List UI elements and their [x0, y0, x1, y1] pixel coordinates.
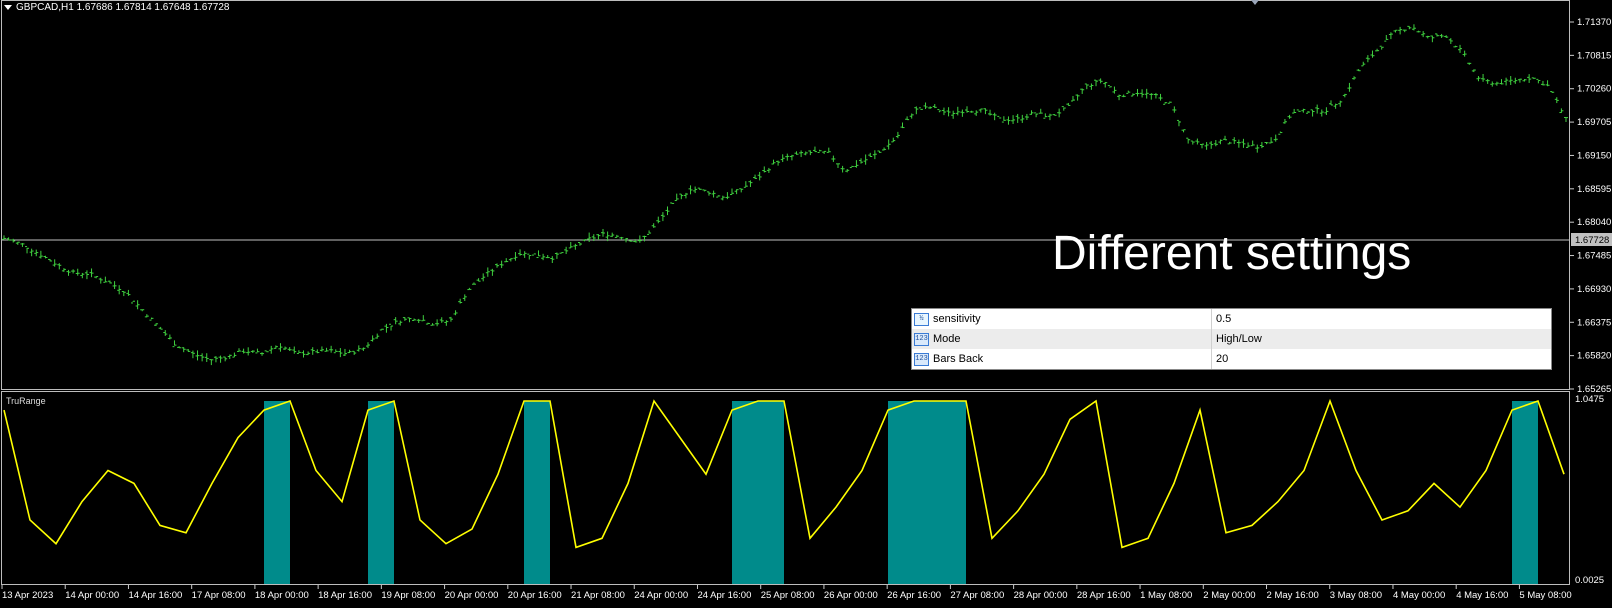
setting-name: Mode	[933, 333, 961, 345]
time-axis-label: 28 Apr 00:00	[1014, 590, 1068, 601]
histogram-bar	[888, 401, 914, 584]
time-axis-label: 14 Apr 16:00	[128, 590, 182, 601]
time-axis-label: 24 Apr 16:00	[697, 590, 751, 601]
time-axis-label: 25 Apr 08:00	[761, 590, 815, 601]
histogram-bar	[368, 401, 394, 584]
time-axis-label: 4 May 16:00	[1456, 590, 1508, 601]
histogram-bar	[758, 401, 784, 584]
time-axis-label: 3 May 08:00	[1330, 590, 1382, 601]
price-axis-label: 1.69150	[1577, 150, 1611, 161]
time-axis-label: 21 Apr 08:00	[571, 590, 625, 601]
symbol-title: GBPCAD,H1 1.67686 1.67814 1.67648 1.6772…	[4, 2, 230, 13]
settings-row-mode[interactable]: 123 Mode High/Low	[912, 329, 1551, 349]
price-axis-label: 1.66375	[1577, 317, 1611, 328]
setting-value[interactable]: 0.5	[1212, 313, 1231, 325]
indicator-axis-label: 0.0025	[1575, 575, 1604, 586]
settings-name-cell: ½ sensitivity	[912, 309, 1212, 329]
price-axis-label: 1.71370	[1577, 17, 1611, 28]
price-axis-label: 1.70815	[1577, 50, 1611, 61]
histogram-bar	[914, 401, 940, 584]
time-axis-label: 17 Apr 08:00	[192, 590, 246, 601]
settings-name-cell: 123 Mode	[912, 329, 1212, 349]
settings-table: ½ sensitivity 0.5 123 Mode High/Low 123 …	[911, 308, 1552, 370]
price-axis-label: 1.67485	[1577, 251, 1611, 262]
price-axis-label: 1.65820	[1577, 351, 1611, 362]
dropdown-triangle-icon[interactable]	[4, 4, 12, 10]
overlay-caption: Different settings	[1052, 227, 1412, 280]
time-axis-label: 1 May 08:00	[1140, 590, 1192, 601]
histogram-bar	[732, 401, 758, 584]
histogram-bar	[264, 401, 290, 584]
settings-name-cell: 123 Bars Back	[912, 349, 1212, 369]
setting-name: sensitivity	[933, 313, 981, 325]
symbol-label: GBPCAD,H1 1.67686 1.67814 1.67648 1.6772…	[16, 2, 230, 13]
time-axis-label: 2 May 16:00	[1267, 590, 1319, 601]
time-axis-label: 13 Apr 2023	[2, 590, 53, 601]
price-axis-label: 1.68595	[1577, 184, 1611, 195]
price-axis-label: 1.70260	[1577, 84, 1611, 95]
time-axis-label: 18 Apr 00:00	[255, 590, 309, 601]
time-axis-label: 4 May 00:00	[1393, 590, 1445, 601]
time-axis-label: 18 Apr 16:00	[318, 590, 372, 601]
price-axis-label: 1.68040	[1577, 217, 1611, 228]
integer-value-icon: 123	[914, 332, 929, 346]
time-axis-label: 26 Apr 00:00	[824, 590, 878, 601]
time-axis-label: 5 May 08:00	[1519, 590, 1571, 601]
indicator-axis-label: 1.0475	[1575, 394, 1604, 405]
trading-chart[interactable]: 1.71370 1.70815 1.70260 1.69705 1.69150 1.685…	[0, 0, 1612, 608]
integer-value-icon: 123	[914, 352, 929, 366]
price-axis-label: 1.69705	[1577, 117, 1611, 128]
settings-row-bars-back[interactable]: 123 Bars Back 20	[912, 349, 1551, 369]
time-axis-label: 26 Apr 16:00	[887, 590, 941, 601]
double-value-icon: ½	[914, 312, 929, 326]
time-axis-label: 24 Apr 00:00	[634, 590, 688, 601]
histogram-bar	[940, 401, 966, 584]
indicator-name: TruRange	[6, 396, 46, 406]
time-axis-label: 27 Apr 08:00	[950, 590, 1004, 601]
time-axis-label: 20 Apr 00:00	[445, 590, 499, 601]
setting-value[interactable]: 20	[1212, 353, 1228, 365]
histogram-bar	[524, 401, 550, 584]
time-axis-label: 14 Apr 00:00	[65, 590, 119, 601]
setting-value[interactable]: High/Low	[1212, 333, 1262, 345]
time-axis-label: 19 Apr 08:00	[381, 590, 435, 601]
time-axis-label: 2 May 00:00	[1203, 590, 1255, 601]
settings-row-sensitivity[interactable]: ½ sensitivity 0.5	[912, 309, 1551, 329]
time-axis-label: 20 Apr 16:00	[508, 590, 562, 601]
setting-name: Bars Back	[933, 353, 984, 365]
price-axis-label: 1.66930	[1577, 284, 1611, 295]
time-axis-label: 28 Apr 16:00	[1077, 590, 1131, 601]
histogram-bar	[1512, 401, 1538, 584]
current-price-label: 1.67728	[1575, 235, 1609, 246]
